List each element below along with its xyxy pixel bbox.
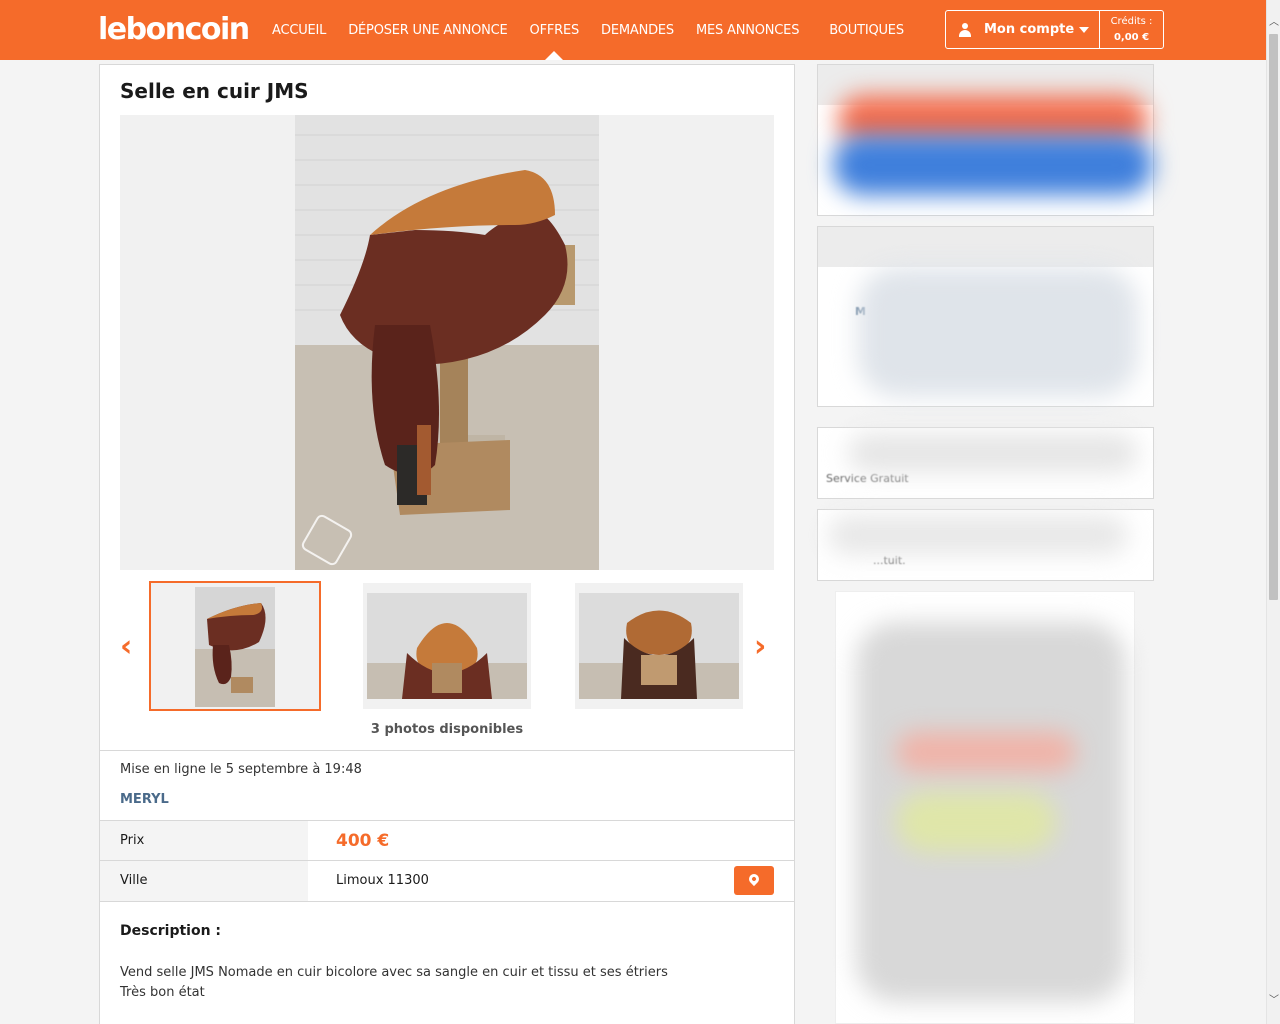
blurred-ad-graphic [858,267,1138,397]
credits-value: 0,00 € [1113,32,1150,43]
account-label: Mon compte [984,22,1075,37]
seller-name-link[interactable]: MERYL [120,792,169,807]
sidebar-ad-2[interactable]: M [817,226,1154,407]
city-row: Ville Limoux 11300 [100,861,794,901]
user-icon [958,22,972,37]
sidebar-ad-5[interactable] [835,591,1135,1024]
page-scrollbar[interactable]: ︿ ﹀ [1266,0,1280,1024]
scrollbar-thumb[interactable] [1269,34,1278,600]
credits-label: Crédits : [1110,16,1153,27]
blurred-ad-graphic [896,732,1076,772]
blurred-ad-graphic [833,135,1153,195]
site-header: leboncoin ACCUEIL DÉPOSER UNE ANNONCE OF… [0,0,1266,60]
saddle-photo [295,115,599,570]
sidebar-ad-4[interactable]: ...tuit. [817,509,1154,581]
map-pin-icon [746,871,762,887]
divider [100,901,794,902]
sidebar-ad-header [818,227,1153,267]
description-title: Description : [120,923,222,939]
scroll-down-arrow-icon[interactable]: ﹀ [1267,992,1280,1009]
sidebar-text: ...tuit. [873,554,906,567]
nav-mes-annonces[interactable]: MES ANNONCES [696,0,799,60]
blurred-ad-graphic [828,515,1128,555]
price-label: Prix [100,821,308,861]
posted-date: Mise en ligne le 5 septembre à 19:48 [120,762,362,777]
sidebar-ad-3[interactable]: Service Gratuit [817,427,1154,499]
account-button[interactable]: Mon compte [946,11,1100,48]
blurred-ad-graphic [848,433,1138,473]
chevron-right-icon[interactable]: › [754,629,766,664]
city-label: Ville [100,861,308,901]
chevron-left-icon[interactable]: ‹ [120,629,132,664]
blurred-ad-graphic [896,792,1056,852]
description-body: Vend selle JMS Nomade en cuir bicolore a… [120,965,668,1000]
thumbnail-3[interactable] [575,583,743,709]
account-box: Mon compte Crédits : 0,00 € [945,10,1164,49]
photos-count: 3 photos disponibles [370,722,524,737]
nav-accueil[interactable]: ACCUEIL [272,0,326,60]
main-photo[interactable] [120,115,774,570]
scroll-up-arrow-icon[interactable]: ︿ [1267,14,1280,31]
nav-deposer-annonce[interactable]: DÉPOSER UNE ANNONCE [348,0,508,60]
sidebar-ad-1[interactable] [817,64,1154,216]
price-row: Prix 400 € [100,821,794,861]
map-button[interactable] [734,866,774,895]
main-nav: ACCUEIL DÉPOSER UNE ANNONCE OFFRES DEMAN… [272,0,926,60]
sidebar-text: Service Gratuit [826,472,909,485]
price-value: 400 € [336,831,390,851]
city-value: Limoux 11300 [336,873,429,888]
ad-card: Selle en cuir JMS ‹ › 3 photos disponibl… [99,64,795,1024]
ad-title: Selle en cuir JMS [120,79,309,103]
thumbnail-strip: ‹ › [100,581,794,711]
nav-demandes[interactable]: DEMANDES [601,0,674,60]
nav-boutiques[interactable]: BOUTIQUES [829,0,904,60]
nav-offres[interactable]: OFFRES [530,0,579,60]
divider [100,750,794,751]
thumbnail-1[interactable] [149,581,321,711]
chevron-down-icon [1079,26,1089,33]
thumbnail-2[interactable] [363,583,531,709]
leboncoin-logo[interactable]: leboncoin [98,12,250,47]
credits-box[interactable]: Crédits : 0,00 € [1100,11,1163,48]
